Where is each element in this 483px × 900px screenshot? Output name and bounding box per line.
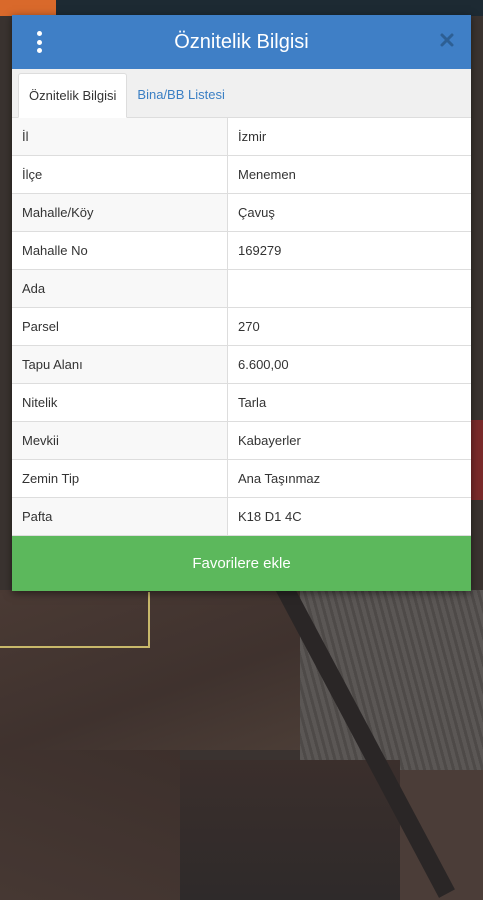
map-tile [56, 0, 483, 16]
attribute-value: Kabayerler [228, 421, 471, 459]
attribute-key: İlçe [12, 155, 228, 193]
attribute-value: 6.600,00 [228, 345, 471, 383]
attribute-value: Çavuş [228, 193, 471, 231]
table-row: İlçe Menemen [12, 155, 471, 194]
map-tile [471, 420, 483, 500]
map-tile [0, 0, 56, 16]
attribute-key: İl [12, 117, 228, 155]
table-row: Pafta K18 D1 4C [12, 497, 471, 536]
attribute-value: 169279 [228, 231, 471, 269]
attribute-value: K18 D1 4C [228, 497, 471, 535]
attribute-table: İl İzmir İlçe Menemen Mahalle/Köy Çavuş … [12, 117, 471, 536]
attribute-key: Pafta [12, 497, 228, 535]
table-row: Mahalle No 169279 [12, 231, 471, 270]
attribute-key: Zemin Tip [12, 459, 228, 497]
attribute-value: Tarla [228, 383, 471, 421]
tab-attribute-info[interactable]: Öznitelik Bilgisi [18, 72, 128, 118]
attribute-key: Nitelik [12, 383, 228, 421]
table-row: Mahalle/Köy Çavuş [12, 193, 471, 232]
attribute-key: Tapu Alanı [12, 345, 228, 383]
table-row: İl İzmir [12, 117, 471, 156]
map-field [0, 750, 180, 900]
attribute-key: Parsel [12, 307, 228, 345]
dialog-title: Öznitelik Bilgisi [174, 30, 309, 53]
attribute-key: Mahalle/Köy [12, 193, 228, 231]
attribute-value: İzmir [228, 117, 471, 155]
attribute-dialog: Öznitelik Bilgisi Öznitelik Bilgisi Bina… [12, 15, 471, 591]
close-icon[interactable] [439, 32, 455, 48]
table-row: Mevkii Kabayerler [12, 421, 471, 460]
tab-building-list[interactable]: Bina/BB Listesi [127, 73, 234, 117]
table-row: Nitelik Tarla [12, 383, 471, 422]
tab-bar: Öznitelik Bilgisi Bina/BB Listesi [12, 69, 471, 118]
attribute-value [228, 269, 471, 307]
table-row: Zemin Tip Ana Taşınmaz [12, 459, 471, 498]
table-row: Tapu Alanı 6.600,00 [12, 345, 471, 384]
table-row: Ada [12, 269, 471, 308]
attribute-key: Mevkii [12, 421, 228, 459]
attribute-value: Menemen [228, 155, 471, 193]
dialog-header: Öznitelik Bilgisi [12, 15, 471, 70]
attribute-value: 270 [228, 307, 471, 345]
add-to-favorites-button[interactable]: Favorilere ekle [12, 535, 471, 591]
table-row: Parsel 270 [12, 307, 471, 346]
parcel-boundary [0, 592, 150, 648]
map-field [180, 760, 400, 900]
attribute-key: Mahalle No [12, 231, 228, 269]
attribute-key: Ada [12, 269, 228, 307]
attribute-value: Ana Taşınmaz [228, 459, 471, 497]
more-vertical-icon[interactable] [32, 31, 46, 53]
